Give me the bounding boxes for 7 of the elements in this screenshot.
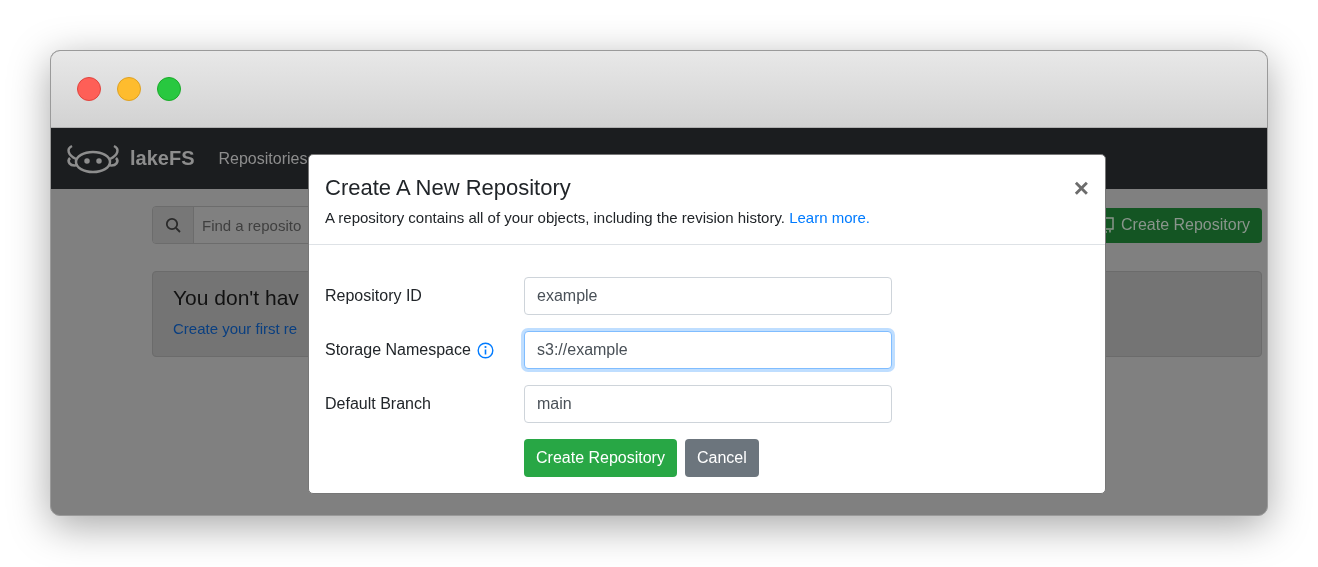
field-label: Default Branch <box>325 395 431 413</box>
dialog-title: Create A New Repository <box>325 175 571 201</box>
field-label: Storage Namespace <box>325 341 471 359</box>
brand-name: lakeFS <box>130 147 195 170</box>
field-label: Repository ID <box>325 287 422 305</box>
empty-state-heading: You don't hav <box>173 286 299 310</box>
dialog-description: A repository contains all of your objects, including the revision history. Learn more. <box>325 209 871 226</box>
